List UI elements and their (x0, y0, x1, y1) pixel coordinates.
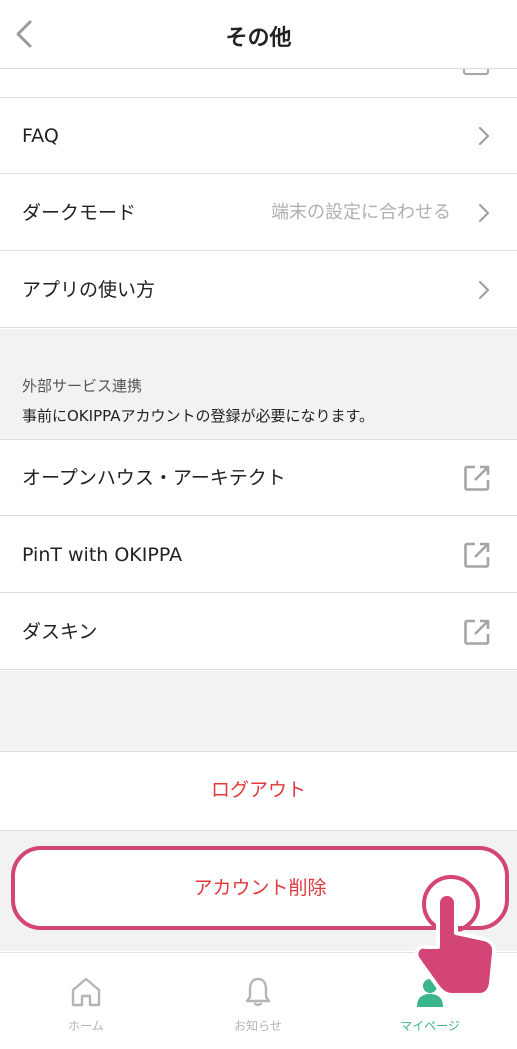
section-title: 外部サービス連携 (22, 377, 143, 395)
external-link-icon (464, 619, 490, 645)
menu-item-faq[interactable]: FAQ (0, 98, 517, 174)
logout-button[interactable]: ログアウト (0, 751, 517, 831)
menu-item-label: アプリの使い方 (22, 279, 156, 301)
chevron-right-icon (478, 203, 490, 223)
header-bar: その他 (0, 0, 517, 69)
tab-notifications[interactable]: お知らせ (172, 953, 344, 1049)
tap-hand-icon (414, 875, 497, 997)
external-link-icon (463, 69, 489, 75)
external-link-icon (464, 465, 490, 491)
external-item-open-house[interactable]: オープンハウス・アーキテクト (0, 440, 517, 516)
bell-icon (245, 977, 271, 1007)
home-icon (71, 977, 101, 1007)
tab-label: マイページ (400, 1019, 460, 1033)
chevron-right-icon (478, 280, 490, 300)
dark-mode-value: 端末の設定に合わせる (271, 202, 451, 223)
section-spacer (0, 671, 517, 751)
external-item-label: オープンハウス・アーキテクト (22, 467, 286, 489)
menu-item-label: FAQ (22, 125, 59, 147)
external-item-label: ダスキン (22, 621, 98, 643)
tab-label: お知らせ (234, 1019, 282, 1033)
scrolled-row-partial[interactable] (0, 69, 517, 98)
menu-item-how-to-use[interactable]: アプリの使い方 (0, 252, 517, 328)
external-link-icon (464, 542, 490, 568)
page-title: その他 (225, 26, 292, 51)
tab-home[interactable]: ホーム (0, 953, 172, 1049)
external-item-label: PinT with OKIPPA (22, 544, 183, 566)
external-item-pint[interactable]: PinT with OKIPPA (0, 517, 517, 593)
chevron-right-icon (478, 126, 490, 146)
external-item-duskin[interactable]: ダスキン (0, 594, 517, 670)
section-description: 事前にOKIPPAアカウントの登録が必要になります。 (22, 407, 374, 425)
tab-label: ホーム (68, 1019, 104, 1033)
menu-item-label: ダークモード (22, 202, 137, 224)
menu-item-dark-mode[interactable]: ダークモード 端末の設定に合わせる (0, 175, 517, 251)
